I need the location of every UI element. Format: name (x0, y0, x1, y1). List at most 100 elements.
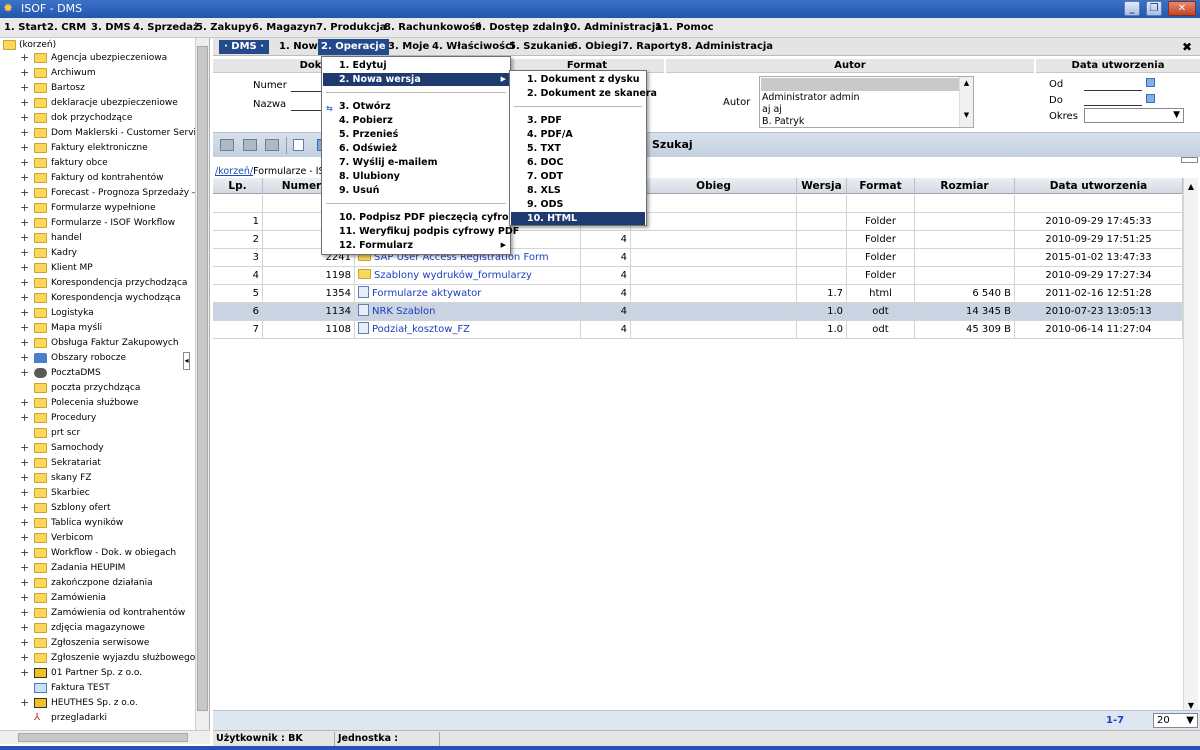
autor-listbox[interactable]: Administrator admin aj aj B. Patryk ▲ ▼ (759, 76, 974, 128)
tree-item[interactable]: + handel (0, 231, 195, 246)
tree-item[interactable]: + Bartosz (0, 81, 195, 96)
expand-icon[interactable]: + (20, 457, 29, 468)
menu-item[interactable]: 2. Dokument ze skanera (511, 87, 657, 100)
menu-item[interactable]: 9. ODS (511, 198, 645, 211)
expand-icon[interactable]: + (20, 97, 29, 108)
tree-item[interactable]: + Obszary robocze (0, 351, 195, 366)
tree-item[interactable]: ⅄ przegladarki (0, 711, 195, 726)
filter-cell[interactable] (631, 195, 797, 213)
tree-item[interactable]: + Archiwum (0, 66, 195, 81)
expand-icon[interactable]: + (20, 127, 29, 138)
expand-icon[interactable]: + (20, 277, 29, 288)
collapse-panel-handle[interactable]: ◂ (183, 352, 190, 370)
main-menu-item[interactable]: 7. Produkcja (316, 22, 386, 33)
expand-icon[interactable]: + (20, 547, 29, 558)
filter-cell[interactable] (1015, 195, 1183, 213)
autor-list-scrollbar[interactable]: ▲ ▼ (959, 77, 973, 127)
expand-icon[interactable]: + (20, 442, 29, 453)
calendar-icon[interactable] (1146, 94, 1155, 103)
collapse-search-handle[interactable] (1181, 157, 1198, 163)
expand-icon[interactable]: + (20, 187, 29, 198)
tree-item[interactable]: + Klient MP (0, 261, 195, 276)
tree-item[interactable]: + Kadry (0, 246, 195, 261)
tree-item[interactable]: + Zamówienia od kontrahentów (0, 606, 195, 621)
tree-item[interactable]: + Procedury (0, 411, 195, 426)
expand-icon[interactable]: + (20, 562, 29, 573)
folder-forward-icon[interactable] (265, 139, 279, 151)
menu-item[interactable]: ⇆ 3. Otwórz (323, 100, 509, 113)
main-menu-item[interactable]: 5. Zakupy (196, 22, 252, 33)
menu-item[interactable]: 12. Formularz ▶ (323, 239, 509, 252)
do-date-field[interactable] (1084, 105, 1142, 106)
scroll-down-icon[interactable]: ▼ (1184, 701, 1198, 710)
menu-item[interactable]: 2. Nowa wersja ▶ (323, 73, 509, 86)
autor-option[interactable]: Administrator admin (762, 92, 860, 103)
restore-button[interactable]: ❐ (1146, 1, 1162, 16)
tree-item[interactable]: + Zadania HEUPIM (0, 561, 195, 576)
expand-icon[interactable]: + (20, 697, 29, 708)
expand-icon[interactable]: + (20, 322, 29, 333)
menu-item[interactable]: 7. ODT (511, 170, 645, 183)
tree-item[interactable]: + dok przychodzące (0, 111, 195, 126)
tree-item[interactable]: + Tablica wyników (0, 516, 195, 531)
calendar-icon[interactable] (1146, 78, 1155, 87)
tree-item[interactable]: + HEUTHES Sp. z o.o. (0, 696, 195, 711)
tree-hscroll-thumb[interactable] (18, 733, 188, 742)
expand-icon[interactable]: + (20, 622, 29, 633)
expand-icon[interactable]: + (20, 652, 29, 663)
menu-item[interactable]: 10. HTML (511, 212, 645, 225)
expand-icon[interactable]: + (20, 487, 29, 498)
expand-icon[interactable]: + (20, 607, 29, 618)
menu-item[interactable]: 6. Odśwież (323, 142, 509, 155)
column-header[interactable]: Obieg (631, 178, 797, 194)
od-date-field[interactable] (1084, 90, 1142, 91)
autor-selected-empty[interactable] (761, 78, 959, 91)
filter-cell[interactable] (847, 195, 915, 213)
tree-item[interactable]: + Polecenia służbowe (0, 396, 195, 411)
menu-item[interactable]: 3. PDF (511, 114, 645, 127)
expand-icon[interactable]: + (20, 472, 29, 483)
numer-field[interactable] (291, 91, 321, 92)
expand-icon[interactable]: + (20, 592, 29, 603)
cell-name[interactable]: NRK Szablon (355, 303, 581, 321)
cell-name[interactable]: Formularze aktywator (355, 285, 581, 303)
tree-item[interactable]: + Szblony ofert (0, 501, 195, 516)
menu-item[interactable]: 10. Podpisz PDF pieczęcią cyfrową (323, 211, 524, 224)
menu-item[interactable]: 8. Ulubiony (323, 170, 509, 183)
module-tab[interactable]: 3. Moje (388, 41, 429, 52)
menu-item[interactable]: 8. XLS (511, 184, 645, 197)
tree-item[interactable]: + Zamówienia (0, 591, 195, 606)
breadcrumb-root-link[interactable]: /korzeń/ (215, 166, 253, 177)
table-row[interactable]: 4 1198 Szablony wydruków_formularzy 4 Folder… (213, 267, 1183, 285)
scroll-up-icon[interactable]: ▲ (1184, 182, 1198, 191)
tree-item[interactable]: + deklaracje ubezpieczeniowe (0, 96, 195, 111)
tree-item[interactable]: + Sekratariat (0, 456, 195, 471)
expand-icon[interactable]: + (20, 577, 29, 588)
module-tab[interactable]: 6. Obiegi (571, 41, 622, 52)
nazwa-field[interactable] (291, 110, 321, 111)
close-module-icon[interactable]: ✖ (1182, 40, 1192, 54)
tree-scroll-thumb[interactable] (197, 46, 208, 711)
tree-horizontal-scrollbar[interactable] (0, 730, 210, 744)
menu-item[interactable]: 9. Usuń (323, 184, 509, 197)
tree-item[interactable]: + Dom Maklerski - Customer Service (0, 126, 207, 141)
tree-item[interactable]: + zakończpone działania (0, 576, 195, 591)
expand-icon[interactable]: + (20, 517, 29, 528)
main-menu-item[interactable]: 8. Rachunkowość (384, 22, 481, 33)
module-tab[interactable]: 4. Właściwości (432, 41, 514, 52)
menu-item[interactable]: 4. PDF/A (511, 128, 645, 141)
tree-item[interactable]: + Samochody (0, 441, 195, 456)
tree-vertical-scrollbar[interactable] (195, 38, 209, 730)
tree-item[interactable]: + Logistyka (0, 306, 195, 321)
expand-icon[interactable]: + (20, 172, 29, 183)
expand-icon[interactable]: + (20, 52, 29, 63)
main-menu-item[interactable]: 2. CRM (47, 22, 86, 33)
folder-up-icon[interactable] (220, 139, 234, 151)
expand-icon[interactable]: + (20, 397, 29, 408)
autor-option[interactable]: B. Patryk (762, 116, 804, 127)
tree-item[interactable]: + Forecast - Prognoza Sprzedaży - (0, 186, 195, 201)
column-header[interactable]: Data utworzenia (1015, 178, 1183, 194)
filter-cell[interactable] (213, 195, 263, 213)
tree-item[interactable]: + Korespondencja wychodząca (0, 291, 195, 306)
module-tab[interactable]: 5. Szukanie (509, 41, 574, 52)
